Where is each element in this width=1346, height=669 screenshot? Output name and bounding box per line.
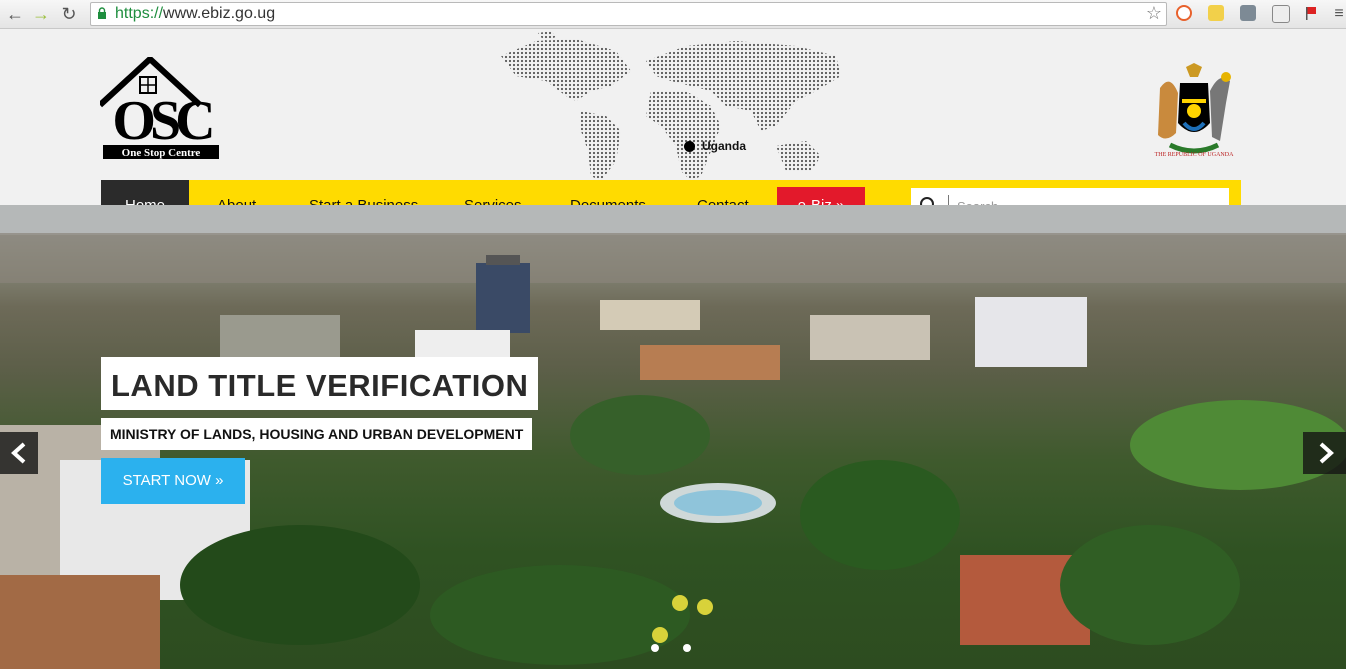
- reload-icon[interactable]: ↻: [58, 3, 80, 25]
- hero-slider: LAND TITLE VERIFICATION MINISTRY OF LAND…: [0, 205, 1346, 669]
- map-label: Uganda: [702, 139, 747, 153]
- site-header: OSC One Stop Centre Uganda THE REPUBLIC …: [0, 29, 1346, 205]
- forward-arrow-icon[interactable]: →: [30, 3, 52, 25]
- chevron-left-icon: [11, 442, 26, 464]
- browser-toolbar: ← → ↻ https://www.ebiz.go.ug ☆ ≡: [0, 0, 1346, 29]
- start-now-button[interactable]: START NOW »: [101, 458, 245, 504]
- hero-subhead: MINISTRY OF LANDS, HOUSING AND URBAN DEV…: [101, 418, 533, 450]
- coat-of-arms-text: THE REPUBLIC OF UGANDA: [1154, 152, 1234, 158]
- slider-dot-2[interactable]: [683, 644, 691, 652]
- chat-extension-icon[interactable]: [1272, 5, 1290, 23]
- menu-icon[interactable]: ≡: [1328, 3, 1346, 25]
- back-arrow-icon[interactable]: ←: [4, 3, 26, 25]
- logo-text: OSC: [112, 90, 212, 152]
- lock-icon: [98, 7, 106, 19]
- bookmark-star-icon[interactable]: ☆: [1146, 3, 1162, 24]
- extension-icon[interactable]: [1176, 5, 1192, 21]
- logo-subtext: One Stop Centre: [122, 147, 201, 159]
- slider-next-button[interactable]: [1303, 432, 1346, 474]
- slider-prev-button[interactable]: [0, 432, 38, 474]
- notes-extension-icon[interactable]: [1208, 5, 1224, 21]
- url-text: https://www.ebiz.go.ug: [115, 5, 276, 22]
- chevron-right-icon: [1319, 442, 1334, 464]
- address-bar[interactable]: https://www.ebiz.go.ug ☆: [90, 2, 1167, 26]
- chart-extension-icon[interactable]: [1240, 5, 1256, 21]
- hero-headline: LAND TITLE VERIFICATION: [101, 357, 539, 410]
- flag-icon[interactable]: [1304, 5, 1320, 21]
- osc-logo[interactable]: OSC One Stop Centre: [100, 57, 222, 161]
- slider-dot-1[interactable]: [651, 644, 659, 652]
- uganda-marker-icon: [684, 141, 695, 152]
- coat-of-arms-icon: [1158, 63, 1231, 154]
- world-map: [501, 31, 841, 181]
